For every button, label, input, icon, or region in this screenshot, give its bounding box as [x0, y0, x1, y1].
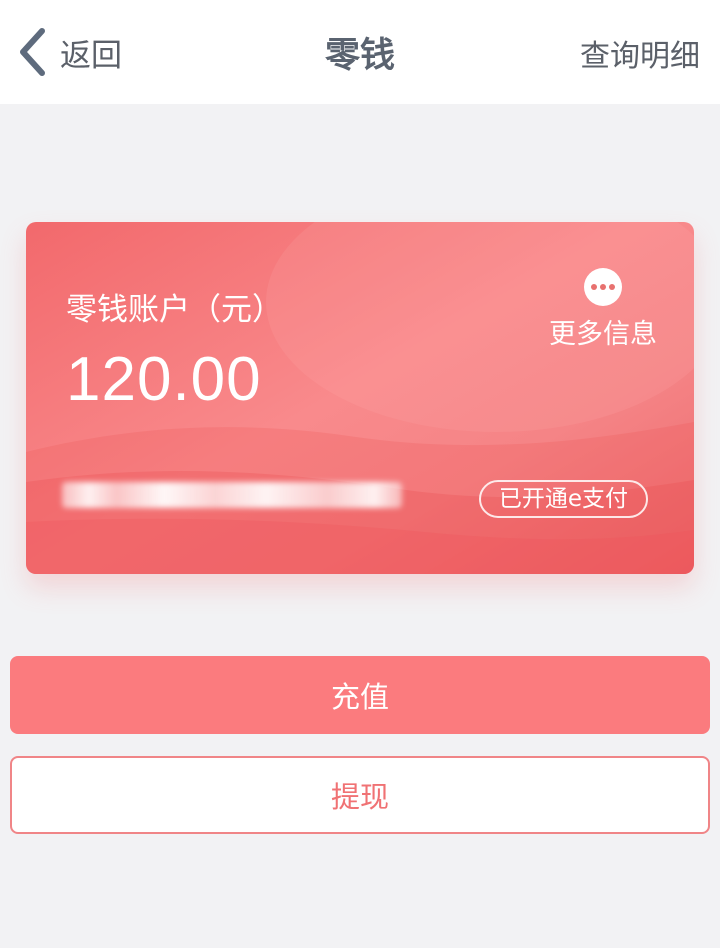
account-label: 零钱账户（元） — [66, 292, 283, 328]
back-button[interactable]: 返回 — [16, 26, 122, 78]
recharge-button[interactable]: 充值 — [10, 656, 710, 734]
epay-status-badge: 已开通e支付 — [478, 480, 648, 518]
back-label: 返回 — [60, 37, 122, 74]
balance-card: 零钱账户（元） 120.00 更多信息 已开通e支付 — [26, 222, 694, 574]
query-details-button[interactable]: 查询明细 — [580, 31, 700, 75]
more-info-button[interactable]: 更多信息 — [544, 268, 662, 351]
more-info-label: 更多信息 — [549, 319, 657, 350]
chevron-left-icon — [20, 28, 45, 76]
masked-account-number — [62, 482, 402, 508]
nav-bar: 返回 零钱 查询明细 — [0, 0, 720, 104]
page-title: 零钱 — [324, 36, 395, 76]
withdraw-button[interactable]: 提现 — [10, 756, 710, 834]
ellipsis-icon — [584, 268, 622, 306]
balance-amount: 120.00 — [66, 345, 262, 414]
